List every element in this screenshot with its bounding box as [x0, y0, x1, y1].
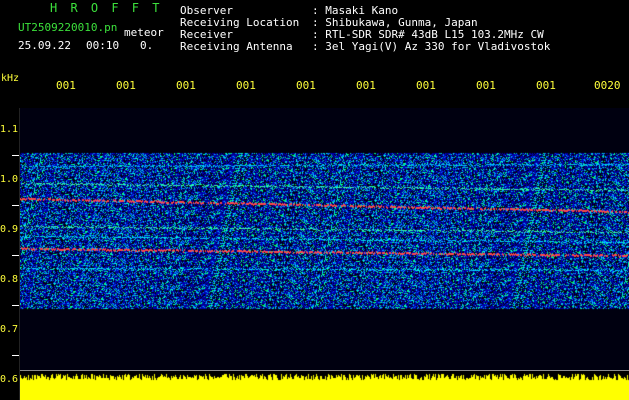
x-tick: 001	[356, 79, 376, 92]
location-label: Receiving Location	[180, 16, 300, 29]
x-tick: 001	[536, 79, 556, 92]
x-tick: 001	[56, 79, 76, 92]
y-tick: 0.6	[0, 374, 19, 385]
y-tick: 0.8	[0, 274, 19, 285]
observer-label: Observer	[180, 4, 233, 17]
receiver-value: : RTL-SDR SDR# 43dB L15 103.2MHz CW	[312, 28, 544, 41]
power-level-bar	[20, 371, 629, 400]
receiver-label: Receiver	[180, 28, 233, 41]
x-tick: 001	[416, 79, 436, 92]
x-tick: 001	[236, 79, 256, 92]
observer-value: : Masaki Kano	[312, 4, 399, 17]
location-value: : Shibukawa, Gunma, Japan	[312, 16, 478, 29]
x-tick: 001	[296, 79, 316, 92]
y-tick: 0.7	[0, 324, 19, 335]
x-tick: 001	[176, 79, 196, 92]
antenna-value: : 3el Yagi(V) Az 330 for Vladivostok	[312, 40, 551, 53]
spectrogram-canvas	[20, 108, 629, 370]
x-tick: 001	[476, 79, 496, 92]
date-label: 25.09.22	[18, 39, 71, 52]
meteor-label: meteor	[124, 26, 164, 39]
x-tick: 0020	[594, 79, 621, 92]
axis-unit: kHz	[1, 73, 20, 84]
time-label: 00:10	[86, 39, 120, 52]
antenna-label: Receiving Antenna	[180, 40, 293, 53]
file-name: UT2509220010.pn	[18, 21, 118, 34]
spectrogram-screen: H R O F F T UT2509220010.pn meteor 25.09…	[0, 0, 629, 400]
x-tick: 001	[116, 79, 136, 92]
meteor-count: 0.	[140, 39, 154, 52]
y-tick: 1.0	[0, 174, 19, 185]
y-tick: 1.1	[0, 124, 19, 135]
app-title: H R O F F T	[50, 1, 163, 15]
y-tick: 0.9	[0, 224, 19, 235]
